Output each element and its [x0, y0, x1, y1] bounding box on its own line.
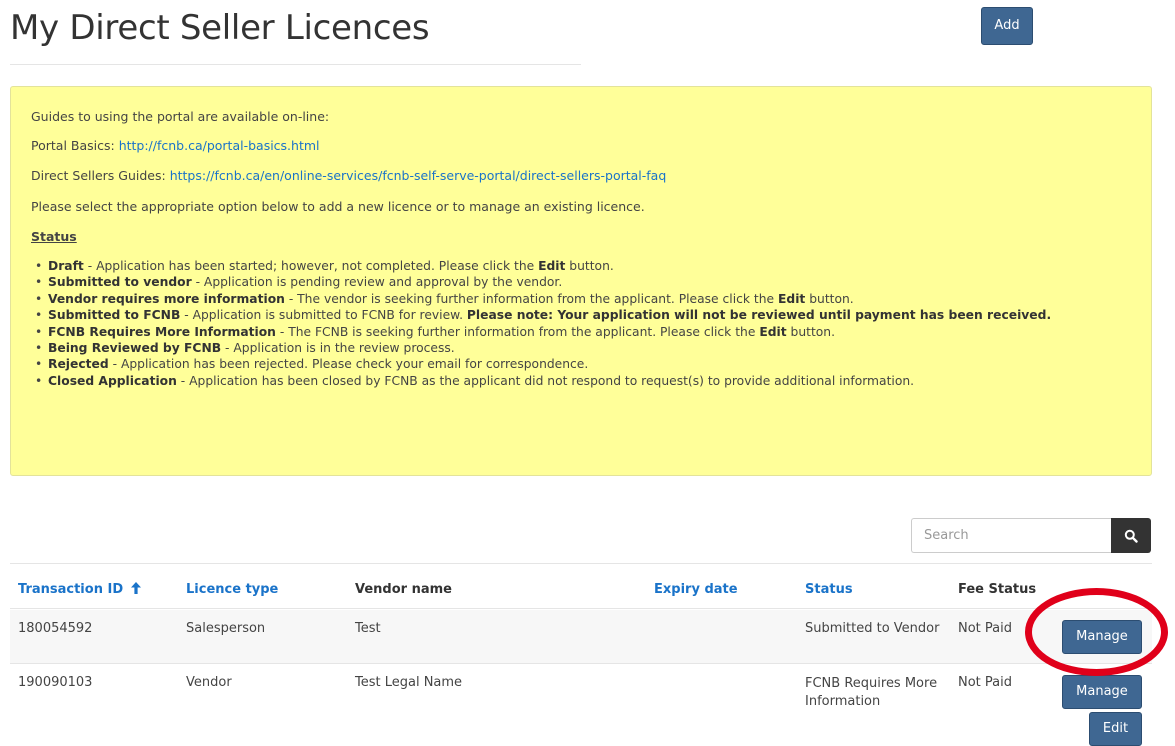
status-term: Closed Application: [48, 373, 177, 388]
status-description-tail: button.: [805, 291, 854, 306]
status-legend-item: Being Reviewed by FCNB - Application is …: [31, 341, 1051, 357]
column-header-fee-status: Fee Status: [958, 582, 1037, 597]
status-description-tail: button.: [565, 259, 614, 273]
status-legend-item: Rejected - Application has been rejected…: [31, 357, 1051, 373]
cell-status: FCNB Requires More Information: [805, 676, 938, 709]
guides-label: Direct Sellers Guides:: [31, 168, 170, 183]
column-header-status[interactable]: Status: [805, 582, 853, 597]
portal-basics-line: Portal Basics: http://fcnb.ca/portal-bas…: [31, 138, 320, 153]
column-header-licence-type[interactable]: Licence type: [186, 582, 278, 597]
column-header-expiry-date[interactable]: Expiry date: [654, 582, 738, 597]
status-heading: Status: [31, 229, 77, 244]
search-input[interactable]: [911, 518, 1111, 553]
status-emphasis: Edit: [759, 324, 787, 339]
cell-transaction-id: 180054592: [18, 621, 93, 636]
direct-sellers-guides-line: Direct Sellers Guides: https://fcnb.ca/e…: [31, 168, 666, 183]
cell-vendor-name: Test Legal Name: [355, 675, 463, 690]
status-description: - Application is in the review process.: [221, 340, 455, 355]
status-description: - Application has been closed by FCNB as…: [176, 373, 915, 388]
status-legend-item: Submitted to vendor - Application is pen…: [31, 275, 1051, 291]
status-description: - Application is submitted to FCNB for r…: [180, 308, 467, 323]
table-header-divider: [10, 608, 1152, 609]
column-header-transaction-id[interactable]: Transaction ID: [18, 582, 141, 597]
cell-fee-status: Not Paid: [958, 675, 1012, 690]
table-top-divider: [10, 563, 1152, 564]
status-description: - Application has been started; however,…: [83, 259, 539, 273]
cell-licence-type: Vendor: [186, 675, 232, 690]
status-term: Draft: [48, 259, 84, 273]
status-term: Submitted to vendor: [48, 275, 192, 290]
portal-basics-label: Portal Basics:: [31, 138, 119, 153]
status-emphasis: Edit: [538, 259, 566, 273]
instruction-text: Please select the appropriate option bel…: [31, 199, 645, 214]
page-title: My Direct Seller Licences: [10, 8, 430, 48]
cell-transaction-id: 190090103: [18, 675, 93, 690]
status-term: Rejected: [48, 357, 109, 372]
manage-button[interactable]: Manage: [1062, 620, 1142, 654]
status-term: Being Reviewed by FCNB: [48, 340, 222, 355]
guides-intro: Guides to using the portal are available…: [31, 109, 330, 124]
portal-basics-link[interactable]: http://fcnb.ca/portal-basics.html: [119, 138, 320, 153]
status-legend-item: Submitted to FCNB - Application is submi…: [31, 308, 1051, 324]
status-emphasis: Edit: [778, 291, 806, 306]
status-legend-item: Closed Application - Application has bee…: [31, 374, 1051, 390]
status-emphasis: Please note: Your application will not b…: [466, 308, 1052, 323]
search-button[interactable]: [1111, 518, 1151, 553]
status-description: - Application is pending review and appr…: [191, 275, 563, 290]
cell-fee-status: Not Paid: [958, 621, 1012, 636]
status-term: Vendor requires more information: [48, 291, 285, 306]
portal-guides-panel: Guides to using the portal are available…: [10, 86, 1152, 476]
cell-status: Submitted to Vendor: [805, 621, 940, 636]
status-description-tail: button.: [786, 324, 835, 339]
table-row: [10, 610, 1152, 663]
status-term: FCNB Requires More Information: [48, 324, 276, 339]
status-description: - The FCNB is seeking further informatio…: [275, 324, 760, 339]
status-description: - The vendor is seeking further informat…: [284, 291, 779, 306]
edit-button[interactable]: Edit: [1089, 712, 1142, 746]
cell-vendor-name: Test: [355, 621, 381, 636]
search-icon: [1124, 529, 1138, 543]
status-legend-list: Draft - Application has been started; ho…: [31, 259, 1051, 390]
manage-button[interactable]: Manage: [1062, 675, 1142, 709]
status-legend-item: FCNB Requires More Information - The FCN…: [31, 325, 1051, 341]
status-legend-item: Draft - Application has been started; ho…: [31, 259, 1051, 275]
cell-licence-type: Salesperson: [186, 621, 266, 636]
status-term: Submitted to FCNB: [48, 308, 181, 323]
arrow-up-icon: [130, 582, 141, 594]
title-divider: [10, 64, 581, 65]
status-legend-item: Vendor requires more information - The v…: [31, 292, 1051, 308]
direct-sellers-guides-link[interactable]: https://fcnb.ca/en/online-services/fcnb-…: [170, 168, 667, 183]
status-description: - Application has been rejected. Please …: [108, 357, 589, 372]
add-licence-button[interactable]: Add: [981, 7, 1033, 45]
column-label-transaction-id: Transaction ID: [18, 582, 124, 597]
column-header-vendor-name: Vendor name: [355, 582, 452, 597]
search-group: [911, 518, 1151, 553]
